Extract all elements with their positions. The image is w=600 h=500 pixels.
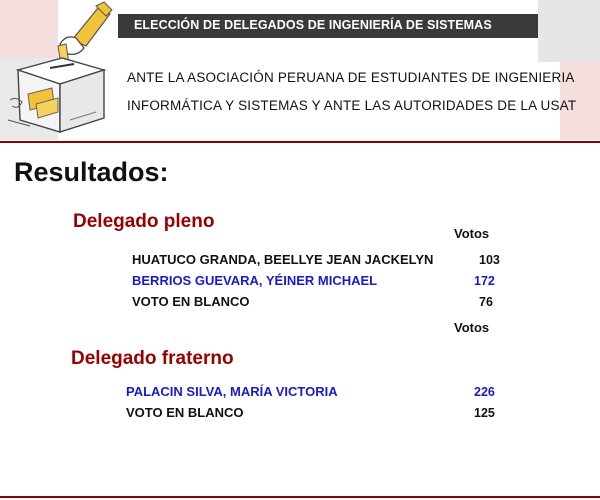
decor-gray-block-right xyxy=(538,0,600,62)
votes-column-header: Votos xyxy=(454,226,490,241)
blank-vote-label: VOTO EN BLANCO xyxy=(126,405,244,420)
candidate-votes: 226 xyxy=(474,385,495,399)
blank-vote-count: 76 xyxy=(479,295,493,309)
header-divider xyxy=(0,141,600,143)
blank-vote-label: VOTO EN BLANCO xyxy=(132,294,250,309)
blank-vote-count: 125 xyxy=(474,406,495,420)
votes-column-header: Votos xyxy=(454,320,490,335)
candidate-votes: 172 xyxy=(474,274,495,288)
candidate-name: HUATUCO GRANDA, BEELLYE JEAN JACKELYN xyxy=(132,252,434,267)
candidate-name-link[interactable]: PALACIN SILVA, MARÍA VICTORIA xyxy=(126,384,338,399)
results-heading: Resultados: xyxy=(14,157,169,187)
ballot-box-icon xyxy=(7,1,113,133)
footer-divider xyxy=(0,496,600,498)
subtitle-line-1: ANTE LA ASOCIACIÓN PERUANA DE ESTUDIANTE… xyxy=(127,70,575,85)
candidate-name-link[interactable]: BERRIOS GUEVARA, YÉINER MICHAEL xyxy=(132,273,377,288)
page-title: ELECCIÓN DE DELEGADOS DE INGENIERÍA DE S… xyxy=(134,18,492,32)
candidate-votes: 103 xyxy=(479,253,500,267)
header-banner: ELECCIÓN DE DELEGADOS DE INGENIERÍA DE S… xyxy=(0,0,600,142)
section-title-delegado-pleno: Delegado pleno xyxy=(73,211,215,232)
section-title-delegado-fraterno: Delegado fraterno xyxy=(71,348,234,369)
subtitle-line-2: INFORMÁTICA Y SISTEMAS Y ANTE LAS AUTORI… xyxy=(127,98,577,113)
